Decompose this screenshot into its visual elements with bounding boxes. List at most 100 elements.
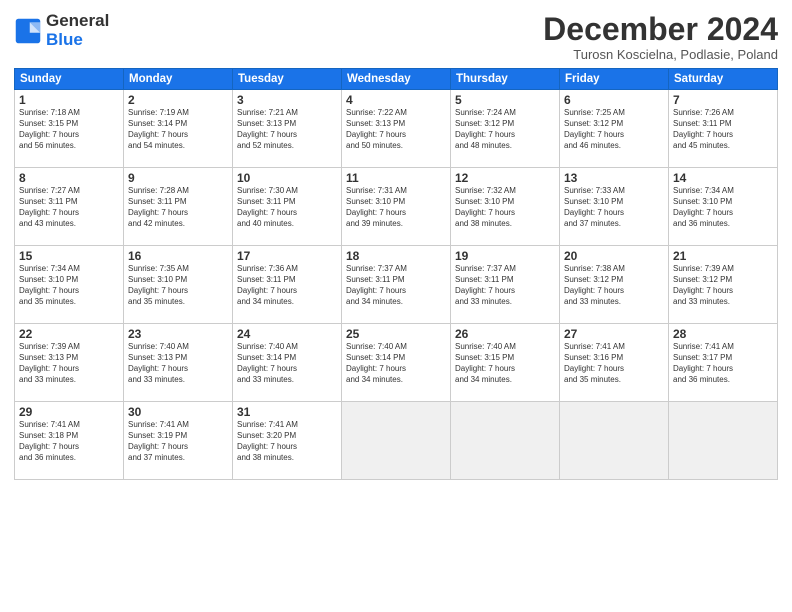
week-row-3: 22Sunrise: 7:39 AM Sunset: 3:13 PM Dayli… [15,324,778,402]
day-info: Sunrise: 7:27 AM Sunset: 3:11 PM Dayligh… [19,186,119,229]
header: General Blue December 2024 Turosn Koscie… [14,12,778,62]
day-number: 17 [237,249,337,263]
day-number: 28 [673,327,773,341]
table-cell [342,402,451,480]
day-number: 12 [455,171,555,185]
day-number: 6 [564,93,664,107]
calendar-title: December 2024 [543,12,778,47]
table-cell: 14Sunrise: 7:34 AM Sunset: 3:10 PM Dayli… [669,168,778,246]
table-cell [560,402,669,480]
col-saturday: Saturday [669,69,778,90]
day-number: 2 [128,93,228,107]
table-cell: 1Sunrise: 7:18 AM Sunset: 3:15 PM Daylig… [15,90,124,168]
table-cell: 4Sunrise: 7:22 AM Sunset: 3:13 PM Daylig… [342,90,451,168]
day-info: Sunrise: 7:18 AM Sunset: 3:15 PM Dayligh… [19,108,119,151]
table-cell: 9Sunrise: 7:28 AM Sunset: 3:11 PM Daylig… [124,168,233,246]
day-number: 11 [346,171,446,185]
table-cell: 30Sunrise: 7:41 AM Sunset: 3:19 PM Dayli… [124,402,233,480]
table-cell: 23Sunrise: 7:40 AM Sunset: 3:13 PM Dayli… [124,324,233,402]
day-info: Sunrise: 7:25 AM Sunset: 3:12 PM Dayligh… [564,108,664,151]
day-info: Sunrise: 7:41 AM Sunset: 3:20 PM Dayligh… [237,420,337,463]
table-cell [669,402,778,480]
day-number: 31 [237,405,337,419]
table-cell: 6Sunrise: 7:25 AM Sunset: 3:12 PM Daylig… [560,90,669,168]
day-info: Sunrise: 7:41 AM Sunset: 3:18 PM Dayligh… [19,420,119,463]
week-row-0: 1Sunrise: 7:18 AM Sunset: 3:15 PM Daylig… [15,90,778,168]
day-number: 27 [564,327,664,341]
day-info: Sunrise: 7:19 AM Sunset: 3:14 PM Dayligh… [128,108,228,151]
day-number: 9 [128,171,228,185]
day-number: 3 [237,93,337,107]
table-cell: 7Sunrise: 7:26 AM Sunset: 3:11 PM Daylig… [669,90,778,168]
day-info: Sunrise: 7:38 AM Sunset: 3:12 PM Dayligh… [564,264,664,307]
day-info: Sunrise: 7:22 AM Sunset: 3:13 PM Dayligh… [346,108,446,151]
day-info: Sunrise: 7:21 AM Sunset: 3:13 PM Dayligh… [237,108,337,151]
table-cell: 24Sunrise: 7:40 AM Sunset: 3:14 PM Dayli… [233,324,342,402]
table-cell: 13Sunrise: 7:33 AM Sunset: 3:10 PM Dayli… [560,168,669,246]
day-number: 16 [128,249,228,263]
table-cell: 25Sunrise: 7:40 AM Sunset: 3:14 PM Dayli… [342,324,451,402]
col-tuesday: Tuesday [233,69,342,90]
day-number: 18 [346,249,446,263]
day-number: 7 [673,93,773,107]
table-cell: 28Sunrise: 7:41 AM Sunset: 3:17 PM Dayli… [669,324,778,402]
day-info: Sunrise: 7:40 AM Sunset: 3:15 PM Dayligh… [455,342,555,385]
day-info: Sunrise: 7:28 AM Sunset: 3:11 PM Dayligh… [128,186,228,229]
logo: General Blue [14,12,109,49]
table-cell: 26Sunrise: 7:40 AM Sunset: 3:15 PM Dayli… [451,324,560,402]
day-number: 8 [19,171,119,185]
table-cell: 31Sunrise: 7:41 AM Sunset: 3:20 PM Dayli… [233,402,342,480]
day-info: Sunrise: 7:40 AM Sunset: 3:14 PM Dayligh… [237,342,337,385]
day-number: 30 [128,405,228,419]
table-cell: 19Sunrise: 7:37 AM Sunset: 3:11 PM Dayli… [451,246,560,324]
table-cell: 12Sunrise: 7:32 AM Sunset: 3:10 PM Dayli… [451,168,560,246]
calendar-page: General Blue December 2024 Turosn Koscie… [0,0,792,612]
week-row-4: 29Sunrise: 7:41 AM Sunset: 3:18 PM Dayli… [15,402,778,480]
table-cell: 15Sunrise: 7:34 AM Sunset: 3:10 PM Dayli… [15,246,124,324]
week-row-1: 8Sunrise: 7:27 AM Sunset: 3:11 PM Daylig… [15,168,778,246]
day-number: 4 [346,93,446,107]
table-cell: 18Sunrise: 7:37 AM Sunset: 3:11 PM Dayli… [342,246,451,324]
table-cell: 8Sunrise: 7:27 AM Sunset: 3:11 PM Daylig… [15,168,124,246]
logo-icon [14,17,42,45]
day-info: Sunrise: 7:40 AM Sunset: 3:13 PM Dayligh… [128,342,228,385]
col-friday: Friday [560,69,669,90]
day-number: 29 [19,405,119,419]
day-info: Sunrise: 7:33 AM Sunset: 3:10 PM Dayligh… [564,186,664,229]
table-cell: 21Sunrise: 7:39 AM Sunset: 3:12 PM Dayli… [669,246,778,324]
col-monday: Monday [124,69,233,90]
day-number: 26 [455,327,555,341]
table-cell: 20Sunrise: 7:38 AM Sunset: 3:12 PM Dayli… [560,246,669,324]
day-info: Sunrise: 7:30 AM Sunset: 3:11 PM Dayligh… [237,186,337,229]
week-row-2: 15Sunrise: 7:34 AM Sunset: 3:10 PM Dayli… [15,246,778,324]
day-number: 23 [128,327,228,341]
calendar-subtitle: Turosn Koscielna, Podlasie, Poland [543,47,778,62]
day-info: Sunrise: 7:24 AM Sunset: 3:12 PM Dayligh… [455,108,555,151]
day-number: 24 [237,327,337,341]
day-info: Sunrise: 7:34 AM Sunset: 3:10 PM Dayligh… [19,264,119,307]
day-number: 13 [564,171,664,185]
day-info: Sunrise: 7:39 AM Sunset: 3:12 PM Dayligh… [673,264,773,307]
day-number: 22 [19,327,119,341]
table-cell [451,402,560,480]
calendar-body: 1Sunrise: 7:18 AM Sunset: 3:15 PM Daylig… [15,90,778,480]
day-info: Sunrise: 7:35 AM Sunset: 3:10 PM Dayligh… [128,264,228,307]
day-number: 21 [673,249,773,263]
day-info: Sunrise: 7:41 AM Sunset: 3:17 PM Dayligh… [673,342,773,385]
table-cell: 10Sunrise: 7:30 AM Sunset: 3:11 PM Dayli… [233,168,342,246]
day-info: Sunrise: 7:40 AM Sunset: 3:14 PM Dayligh… [346,342,446,385]
day-number: 10 [237,171,337,185]
day-info: Sunrise: 7:32 AM Sunset: 3:10 PM Dayligh… [455,186,555,229]
day-info: Sunrise: 7:41 AM Sunset: 3:16 PM Dayligh… [564,342,664,385]
day-number: 25 [346,327,446,341]
day-info: Sunrise: 7:36 AM Sunset: 3:11 PM Dayligh… [237,264,337,307]
calendar-table: Sunday Monday Tuesday Wednesday Thursday… [14,68,778,480]
day-number: 20 [564,249,664,263]
table-cell: 17Sunrise: 7:36 AM Sunset: 3:11 PM Dayli… [233,246,342,324]
table-cell: 27Sunrise: 7:41 AM Sunset: 3:16 PM Dayli… [560,324,669,402]
col-thursday: Thursday [451,69,560,90]
table-cell: 11Sunrise: 7:31 AM Sunset: 3:10 PM Dayli… [342,168,451,246]
day-info: Sunrise: 7:26 AM Sunset: 3:11 PM Dayligh… [673,108,773,151]
table-cell: 3Sunrise: 7:21 AM Sunset: 3:13 PM Daylig… [233,90,342,168]
day-info: Sunrise: 7:39 AM Sunset: 3:13 PM Dayligh… [19,342,119,385]
